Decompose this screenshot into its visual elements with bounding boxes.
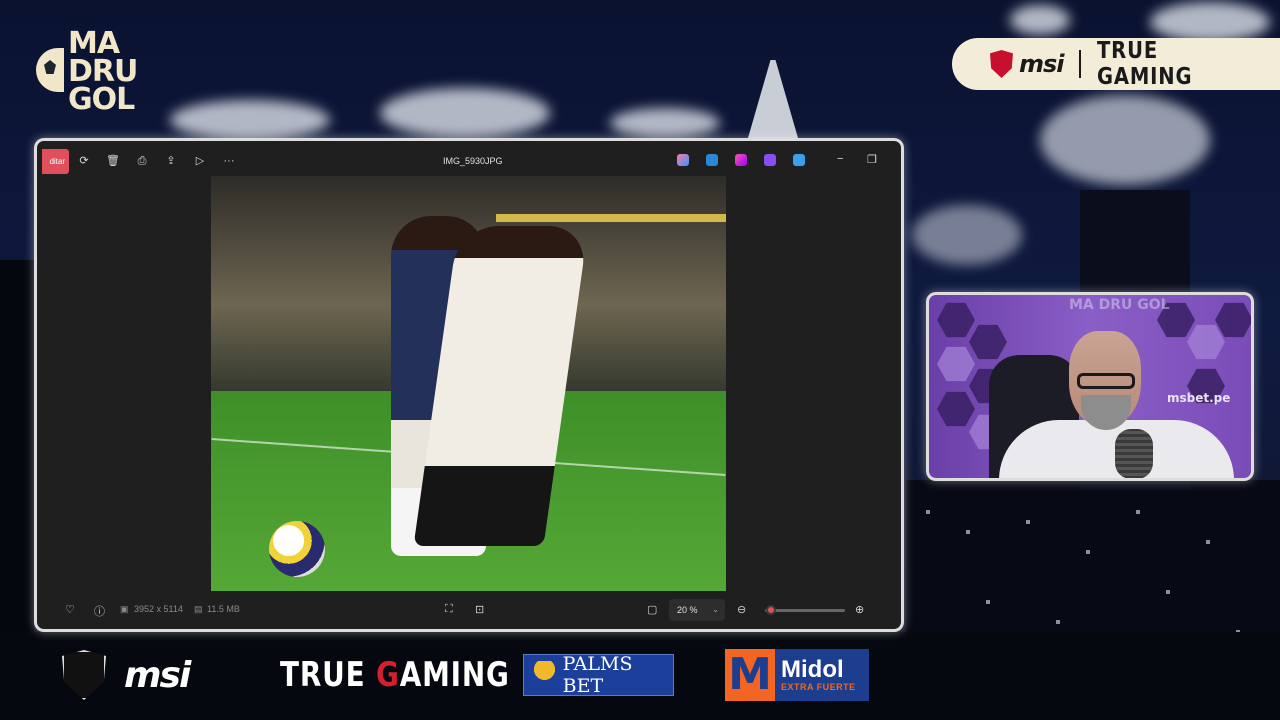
delete-icon[interactable]: 🗑 bbox=[106, 154, 120, 168]
cloud bbox=[1150, 2, 1270, 42]
building-spire bbox=[748, 60, 798, 138]
true-gaming-text: TRUE GAMING bbox=[1097, 38, 1193, 90]
photos-viewer-frame: ditar ⟳ 🗑 ⎙ ⇪ ▷ ··· IMG_5930JPG − ❐ ♡ ⓘ … bbox=[34, 138, 904, 632]
true-gaming-red-g: G bbox=[375, 655, 400, 695]
cloud bbox=[610, 108, 720, 138]
msi-sponsor-logo: msi bbox=[62, 650, 191, 700]
cloud bbox=[1040, 95, 1210, 185]
zoom-out-icon[interactable]: ⊖ bbox=[737, 603, 746, 616]
more-options-icon[interactable]: ··· bbox=[222, 154, 236, 168]
rotate-icon[interactable]: ⟳ bbox=[77, 154, 91, 168]
copilot-icon[interactable] bbox=[677, 154, 689, 166]
palms-bet-text: PALMS BET bbox=[562, 653, 633, 697]
true-gaming-part: TRUE bbox=[280, 655, 376, 695]
midol-subtitle: EXTRA FUERTE bbox=[781, 682, 856, 692]
status-bar: ♡ ⓘ ▣ 3952 x 5114 ▤ 11.5 MB ⛶ ⊡ ▢ 20 % ⌄… bbox=[37, 591, 901, 629]
image-dimensions-icon: ▣ bbox=[120, 604, 129, 614]
logo-line: GOL bbox=[68, 82, 135, 117]
cloud bbox=[380, 88, 550, 138]
cloud bbox=[1010, 5, 1070, 35]
photos-viewer-window: ditar ⟳ 🗑 ⎙ ⇪ ▷ ··· IMG_5930JPG − ❐ ♡ ⓘ … bbox=[37, 141, 901, 629]
webcam-frame: MA DRU GOL msbet.pe bbox=[926, 292, 1254, 481]
chevron-down-icon: ⌄ bbox=[712, 605, 719, 614]
midol-m-letter: M bbox=[725, 649, 775, 701]
cloud bbox=[912, 205, 1022, 265]
fit-to-window-icon[interactable]: ▢ bbox=[647, 603, 657, 616]
palms-bet-logo: PALMS BET bbox=[523, 653, 674, 697]
glasses bbox=[1077, 373, 1135, 389]
info-icon[interactable]: ⓘ bbox=[94, 603, 105, 619]
msi-wordmark: msi bbox=[1018, 50, 1065, 78]
share-icon[interactable]: ⇪ bbox=[164, 154, 178, 168]
msi-dragon-shield-icon bbox=[990, 50, 1013, 78]
photo-editor-icon[interactable] bbox=[706, 154, 718, 166]
midol-logo: M Midol EXTRA FUERTE bbox=[725, 649, 869, 701]
title-bar: ditar ⟳ 🗑 ⎙ ⇪ ▷ ··· IMG_5930JPG − ❐ bbox=[37, 141, 901, 179]
visual-search-icon[interactable]: ⊡ bbox=[475, 603, 484, 616]
crop-icon[interactable]: ⛶ bbox=[445, 603, 453, 616]
msi-dragon-shield-icon bbox=[62, 650, 106, 700]
file-size-icon: ▤ bbox=[194, 604, 203, 614]
soccer-ball-icon bbox=[36, 48, 64, 92]
slideshow-icon[interactable]: ▷ bbox=[193, 154, 207, 168]
true-gaming-logo: TRUE GAMING bbox=[280, 655, 510, 695]
file-size: 11.5 MB bbox=[207, 604, 240, 614]
onedrive-icon[interactable] bbox=[793, 154, 805, 166]
clipchamp-icon[interactable] bbox=[764, 154, 776, 166]
zoom-in-icon[interactable]: ⊕ bbox=[855, 603, 864, 616]
image-dimensions: 3952 x 5114 bbox=[134, 604, 183, 614]
soccer-ball bbox=[269, 521, 325, 577]
midol-name: Midol bbox=[781, 656, 844, 683]
madrugol-logo: MA DRU GOL bbox=[36, 29, 156, 120]
print-icon[interactable]: ⎙ bbox=[135, 154, 149, 168]
zoom-slider[interactable] bbox=[765, 605, 845, 615]
wall-sponsor-text: msbet.pe bbox=[1167, 391, 1231, 405]
true-gaming-part: AMING bbox=[399, 655, 510, 695]
favorite-heart-icon[interactable]: ♡ bbox=[65, 603, 75, 616]
file-name: IMG_5930JPG bbox=[443, 156, 503, 166]
webcam-feed: MA DRU GOL msbet.pe bbox=[929, 295, 1251, 478]
edit-button[interactable]: ditar bbox=[42, 149, 69, 174]
microphone bbox=[1115, 429, 1153, 478]
palm-tree-icon bbox=[532, 661, 557, 689]
stadium-rail bbox=[496, 214, 726, 222]
minimize-icon[interactable]: − bbox=[837, 153, 843, 165]
designer-icon[interactable] bbox=[735, 154, 747, 166]
zoom-dropdown[interactable]: 20 % ⌄ bbox=[669, 599, 725, 621]
msi-wordmark: msi bbox=[124, 654, 191, 696]
restore-icon[interactable]: ❐ bbox=[867, 153, 877, 166]
cloud bbox=[170, 100, 330, 140]
divider bbox=[1079, 50, 1082, 78]
zoom-slider-thumb[interactable] bbox=[766, 605, 777, 615]
wall-logo-text: MA DRU GOL bbox=[1069, 297, 1170, 313]
soccer-photo bbox=[211, 176, 726, 591]
zoom-value: 20 % bbox=[677, 605, 698, 615]
msi-true-gaming-banner: msi TRUE GAMING bbox=[952, 38, 1280, 90]
